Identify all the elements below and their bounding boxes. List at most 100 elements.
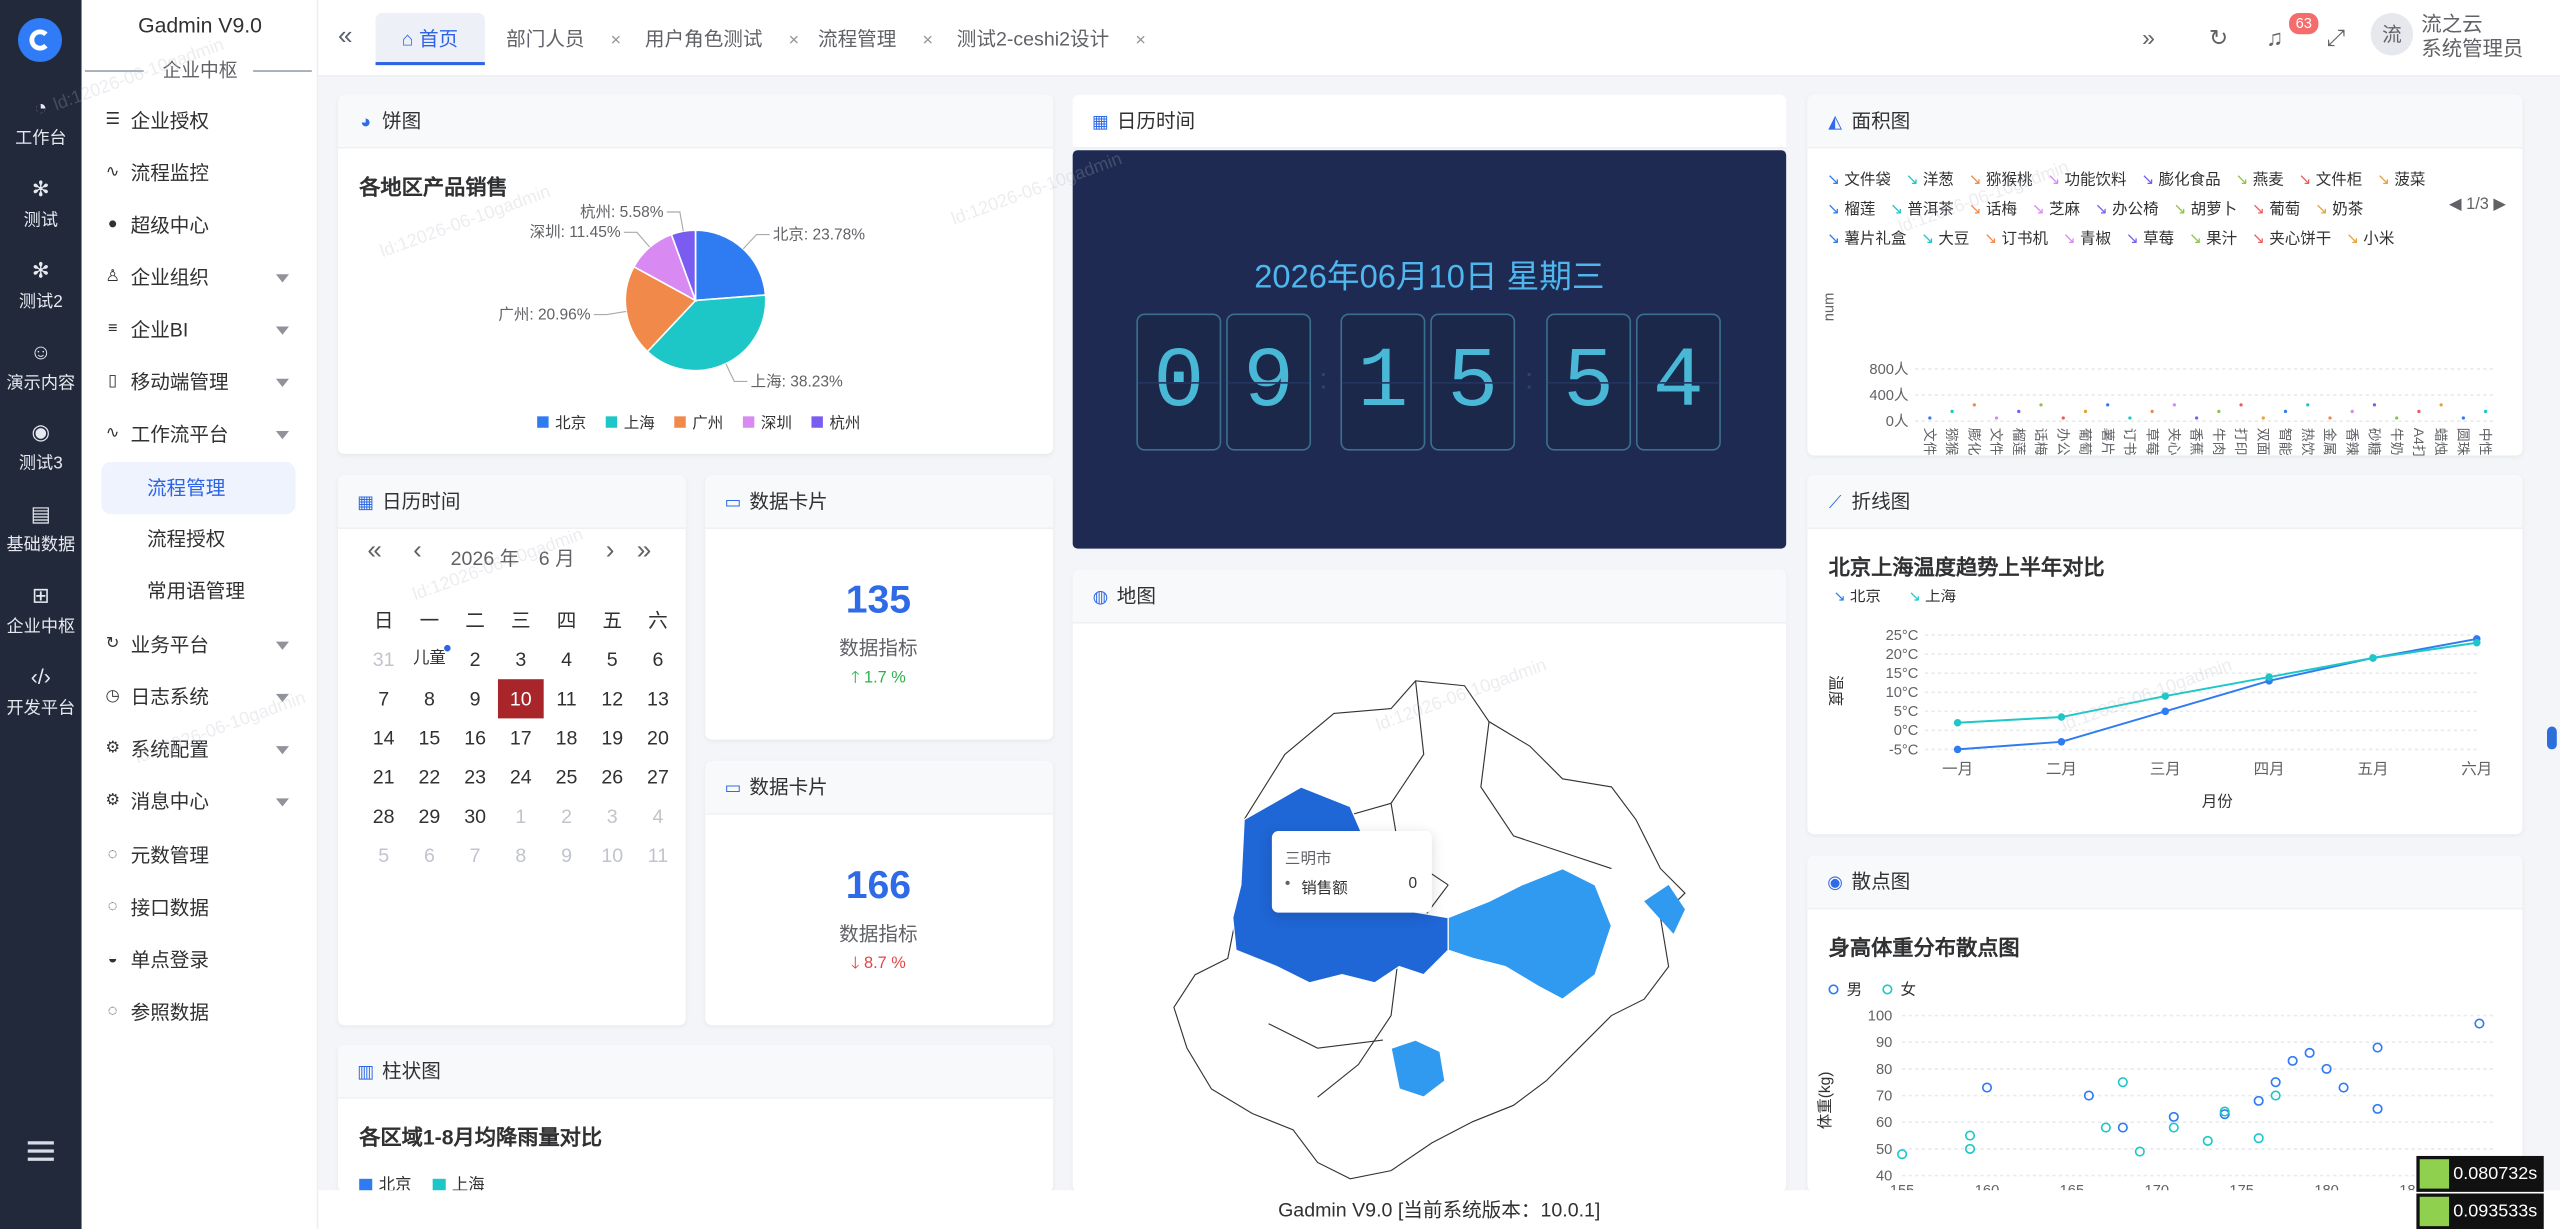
rail-item-test[interactable]: ✻ 测试 <box>0 175 82 232</box>
legend-item[interactable]: ↘ 奶茶 <box>2315 196 2363 225</box>
legend-item[interactable]: ↘ 胡萝卜 <box>2173 196 2237 225</box>
rail-item-test3[interactable]: ◉ 测试3 <box>0 418 82 475</box>
menu-item[interactable]: ⚙ 系统配置 <box>82 730 319 769</box>
calendar-day[interactable]: 24 <box>498 758 544 797</box>
menu-item[interactable]: ▯ 移动端管理 <box>82 362 319 401</box>
region-small[interactable] <box>1390 1039 1446 1098</box>
tab-home[interactable]: ⌂ 首页 <box>375 13 485 66</box>
tab-flow[interactable]: 流程管理 × <box>818 13 933 65</box>
bell-icon[interactable]: ♫ <box>2266 24 2283 50</box>
menu-item[interactable]: ◷ 日志系统 <box>82 678 319 717</box>
rail-item-dashboard[interactable]: ◔ 工作台 <box>0 93 82 150</box>
calendar-day[interactable]: 儿童 <box>407 640 453 679</box>
next-year-icon[interactable]: » <box>637 537 652 566</box>
calendar-day[interactable]: 2 <box>544 797 590 836</box>
calendar-year[interactable]: 2026 年 <box>451 544 520 572</box>
menu-item[interactable]: ◌ 接口数据 <box>82 888 319 927</box>
tab-roles[interactable]: 用户角色测试 × <box>645 13 799 65</box>
legend-item[interactable]: ↘ 办公椅 <box>2095 196 2159 225</box>
calendar-day[interactable]: 28 <box>361 797 407 836</box>
legend-item[interactable]: ↘ 青椒 <box>2063 225 2111 254</box>
tabs-scroll-right-icon[interactable]: » <box>2142 24 2155 50</box>
legend-item[interactable]: ↘ 膨化食品 <box>2141 167 2220 196</box>
calendar-day[interactable]: 3 <box>589 797 635 836</box>
fullscreen-icon[interactable]: ⤢ <box>2327 24 2345 52</box>
region-island[interactable] <box>1644 884 1685 934</box>
calendar-day[interactable]: 6 <box>635 640 681 679</box>
calendar-day[interactable]: 8 <box>498 836 544 875</box>
calendar-day[interactable]: 7 <box>361 679 407 718</box>
menu-item[interactable]: ◌ 参照数据 <box>82 993 319 1032</box>
tab-ceshi2[interactable]: 测试2-ceshi2设计 × <box>957 13 1146 65</box>
calendar-day[interactable]: 16 <box>452 718 498 757</box>
calendar-day[interactable]: 22 <box>407 758 453 797</box>
legend-item[interactable]: ↘ 葡萄 <box>2252 196 2300 225</box>
legend-item[interactable]: ↘ 榴莲 <box>1827 196 1875 225</box>
legend-item[interactable]: ↘ 功能饮料 <box>2047 167 2126 196</box>
menu-item[interactable]: ∿ 流程监控 <box>82 153 319 192</box>
legend-item[interactable]: ↘ 文件袋 <box>1827 167 1891 196</box>
legend-item[interactable]: ↘ 夹心饼干 <box>2252 225 2331 254</box>
rail-item-basic-data[interactable]: ▤ 基础数据 <box>0 500 82 557</box>
legend-item[interactable]: ↘ 猕猴桃 <box>1969 167 2033 196</box>
calendar-day[interactable]: 25 <box>544 758 590 797</box>
calendar-day[interactable]: 23 <box>452 758 498 797</box>
rail-item-demo[interactable]: ☺ 演示内容 <box>0 338 82 395</box>
calendar-day[interactable]: 15 <box>407 718 453 757</box>
calendar-day[interactable]: 1 <box>498 797 544 836</box>
app-logo-icon[interactable] <box>17 17 63 63</box>
legend-item[interactable]: ↘ 果汁 <box>2189 225 2237 254</box>
calendar-day[interactable]: 5 <box>589 640 635 679</box>
calendar-day[interactable]: 4 <box>544 640 590 679</box>
legend-item[interactable]: ↘ 订书机 <box>1984 225 2048 254</box>
region-highlight[interactable] <box>1447 867 1613 1000</box>
calendar-month[interactable]: 6 月 <box>539 544 575 572</box>
calendar-day[interactable]: 30 <box>452 797 498 836</box>
tab-dept[interactable]: 部门人员 × <box>506 13 621 65</box>
legend-item[interactable]: ↘ 洋葱 <box>1906 167 1954 196</box>
calendar-day[interactable]: 9 <box>452 679 498 718</box>
menu-item[interactable]: ∿ 工作流平台 <box>82 415 319 454</box>
rail-item-hub[interactable]: ⊞ 企业中枢 <box>0 581 82 638</box>
legend-item[interactable]: ↘ 芝麻 <box>2032 196 2080 225</box>
legend-pager[interactable]: ◀ 1/3 ▶ <box>2449 196 2506 214</box>
calendar-day[interactable]: 7 <box>452 836 498 875</box>
calendar-day[interactable]: 11 <box>635 836 681 875</box>
close-icon[interactable]: × <box>611 31 622 51</box>
calendar-day[interactable]: 21 <box>361 758 407 797</box>
close-icon[interactable]: × <box>789 31 800 51</box>
menu-item[interactable]: ● 超级中心 <box>82 206 319 245</box>
calendar-day[interactable]: 13 <box>635 679 681 718</box>
menu-item[interactable]: ◒ 单点登录 <box>82 940 319 979</box>
menu-item[interactable]: ☰ 企业授权 <box>82 101 319 140</box>
calendar-day[interactable]: 10 <box>589 836 635 875</box>
prev-month-icon[interactable]: ‹ <box>413 537 422 566</box>
legend-item[interactable]: ↘ 燕麦 <box>2235 167 2283 196</box>
calendar-day[interactable]: 9 <box>544 836 590 875</box>
prev-year-icon[interactable]: « <box>367 537 382 566</box>
calendar-day[interactable]: 29 <box>407 797 453 836</box>
calendar-day[interactable]: 2 <box>452 640 498 679</box>
close-icon[interactable]: × <box>1135 31 1146 51</box>
menu-item[interactable]: ≡ 企业BI <box>82 310 319 349</box>
calendar-day[interactable]: 6 <box>407 836 453 875</box>
menu-item[interactable]: ♙ 企业组织 <box>82 258 319 297</box>
rail-item-dev[interactable]: ‹/› 开发平台 <box>0 663 82 720</box>
calendar-day-selected[interactable]: 10 <box>497 679 544 719</box>
calendar-day[interactable]: 12 <box>589 679 635 718</box>
avatar[interactable]: 流 <box>2370 13 2414 56</box>
close-icon[interactable]: × <box>923 31 934 51</box>
scrollbar-thumb[interactable] <box>2547 726 2557 750</box>
menu-item-active[interactable]: 流程管理 <box>101 462 296 515</box>
calendar-day[interactable]: 27 <box>635 758 681 797</box>
rail-item-test2[interactable]: ✻ 测试2 <box>0 256 82 313</box>
calendar-day[interactable]: 26 <box>589 758 635 797</box>
legend-item[interactable]: ↘ 大豆 <box>1921 225 1969 254</box>
legend-item[interactable]: ↘ 话梅 <box>1969 196 2017 225</box>
next-month-icon[interactable]: › <box>606 537 615 566</box>
calendar-day[interactable]: 11 <box>544 679 590 718</box>
calendar-day[interactable]: 31 <box>361 640 407 679</box>
user-info[interactable]: 流之云 系统管理员 <box>2421 13 2523 62</box>
legend-item[interactable]: ↘ 菠菜 <box>2377 167 2425 196</box>
calendar-day[interactable]: 20 <box>635 718 681 757</box>
